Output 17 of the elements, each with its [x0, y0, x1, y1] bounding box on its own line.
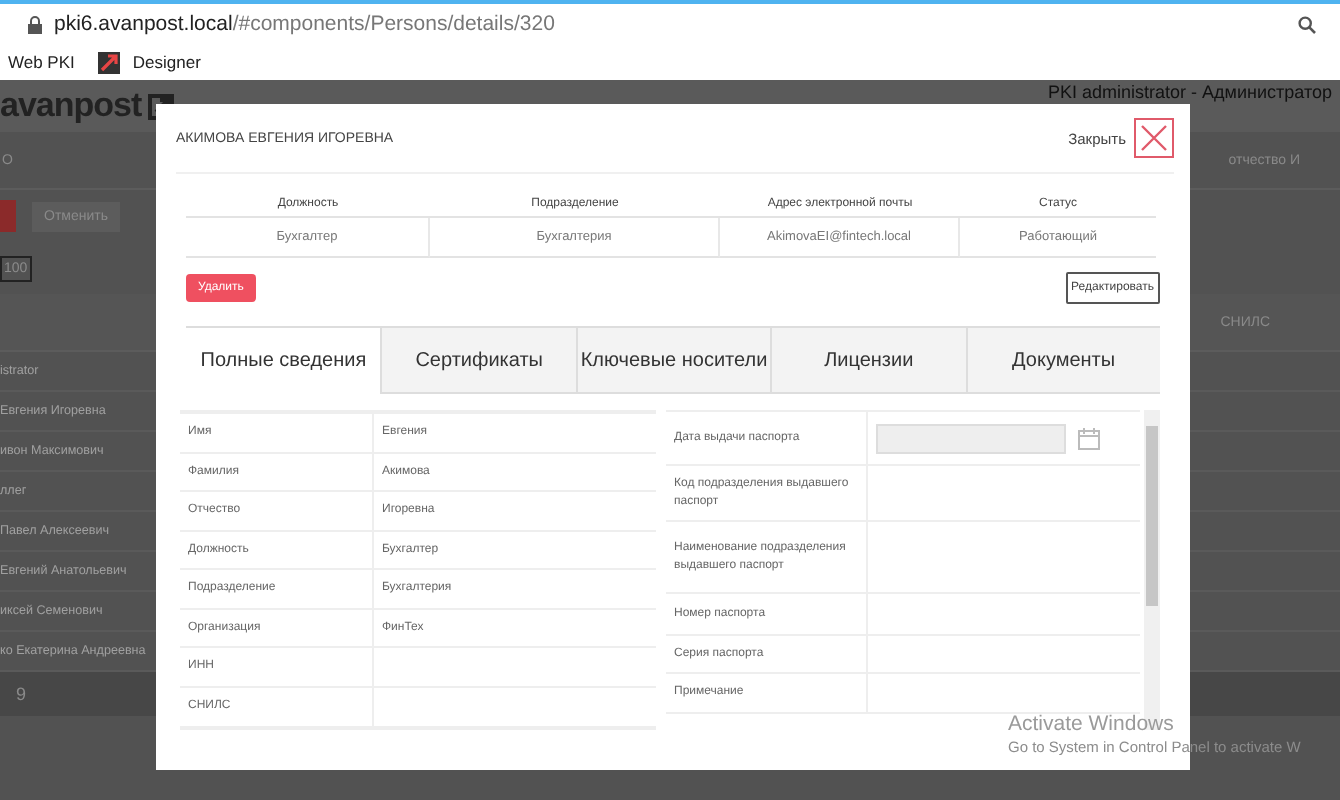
tab[interactable]: Сертификаты	[380, 328, 576, 394]
apply-button[interactable]	[0, 200, 16, 232]
logo-text: avanpost	[0, 86, 142, 126]
search-icon[interactable]	[1298, 15, 1316, 33]
user-name: PKI administrator - Администратор	[1048, 82, 1332, 102]
close-icon[interactable]	[1134, 118, 1174, 158]
activation-title: Activate Windows	[1008, 712, 1176, 736]
date-field[interactable]	[876, 423, 1066, 453]
tab[interactable]: Лицензии	[770, 328, 966, 394]
bookmark[interactable]: Designer	[132, 52, 201, 72]
bookmark[interactable]: Web PKI	[8, 52, 75, 72]
designer-logo-icon	[98, 51, 121, 73]
tab[interactable]: Документы	[965, 328, 1160, 394]
address-url[interactable]: pki6.avanpost.local/#components/Persons/details/320	[54, 12, 555, 36]
calendar-icon[interactable]	[1078, 427, 1100, 449]
lock-icon	[28, 15, 42, 33]
tab[interactable]: Ключевые носители	[575, 328, 771, 394]
